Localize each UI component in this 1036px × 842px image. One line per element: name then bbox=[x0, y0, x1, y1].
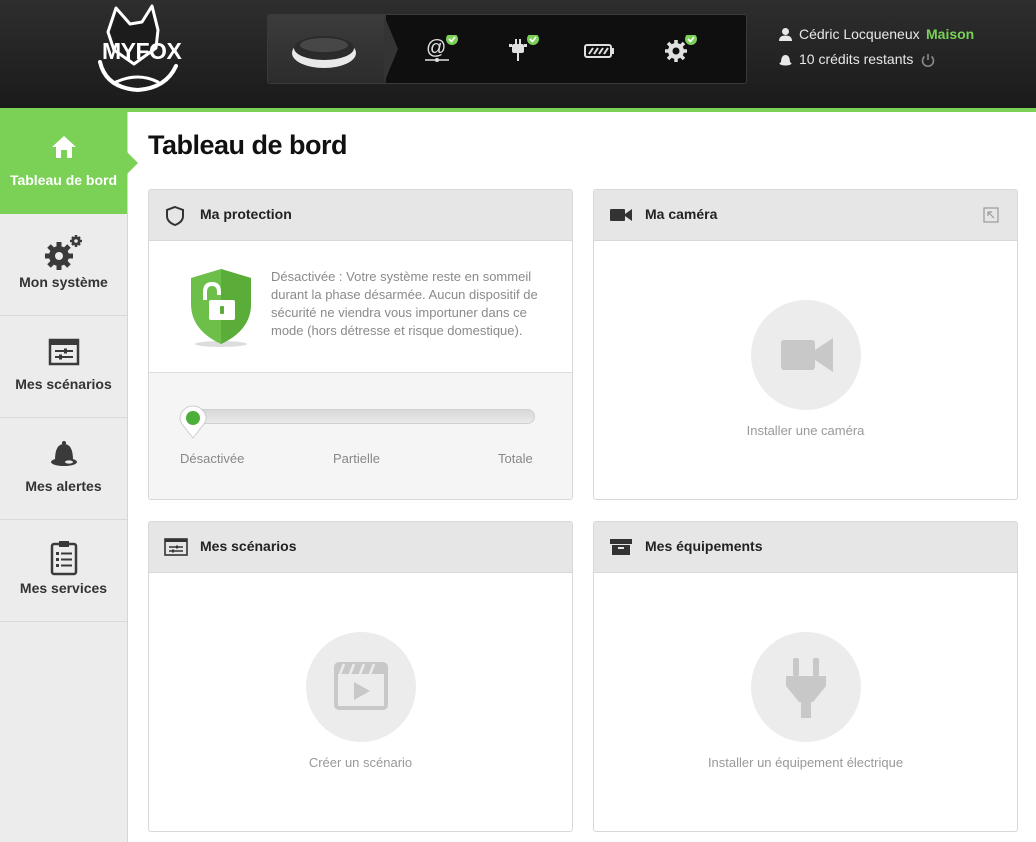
sidebar-item-label: Mes alertes bbox=[25, 478, 102, 494]
page-title: Tableau de bord bbox=[148, 130, 348, 160]
settings-icon[interactable] bbox=[662, 35, 698, 65]
header-accent-line bbox=[0, 108, 1036, 112]
sidebar-item-label: Mes services bbox=[19, 580, 108, 596]
logo-text: MYFOX bbox=[102, 38, 182, 64]
camera-card: Ma caméra Installer une caméra bbox=[593, 189, 1018, 500]
device-tab-arrow bbox=[384, 15, 398, 83]
site-name[interactable]: Maison bbox=[926, 26, 974, 42]
level-label-total[interactable]: Totale bbox=[498, 451, 533, 466]
equipment-card: Mes équipements Installer un équipement … bbox=[593, 521, 1018, 832]
protection-level-area: Désactivée Partielle Totale bbox=[149, 372, 572, 499]
svg-text:@: @ bbox=[426, 37, 446, 59]
card-title: Mes équipements bbox=[645, 538, 763, 554]
sidebar-item-label: Tableau de bord bbox=[9, 172, 118, 188]
gears-icon bbox=[0, 234, 127, 270]
equipment-placeholder[interactable] bbox=[751, 632, 861, 742]
card-title: Ma protection bbox=[200, 206, 292, 222]
scenarios-card: Mes scénarios Créer un scénario bbox=[148, 521, 573, 832]
sidebar-item-label: Mes scénarios bbox=[15, 376, 112, 392]
battery-icon[interactable] bbox=[583, 35, 619, 65]
user-icon bbox=[779, 27, 792, 41]
top-header: MYFOX @ Cédric Locqueneux Maison 10 créd… bbox=[0, 0, 1036, 110]
scenario-placeholder[interactable] bbox=[306, 632, 416, 742]
home-icon bbox=[0, 134, 127, 170]
user-area: Cédric Locqueneux Maison 10 crédits rest… bbox=[778, 24, 1018, 74]
power-icon[interactable] bbox=[920, 52, 936, 73]
sidebar-item-services[interactable]: Mes services bbox=[0, 520, 127, 622]
device-icon bbox=[290, 31, 358, 76]
camera-icon bbox=[781, 338, 833, 372]
card-title: Ma caméra bbox=[645, 206, 718, 222]
checklist-icon bbox=[0, 540, 127, 576]
card-title: Mes scénarios bbox=[200, 538, 297, 554]
protection-card: Ma protection Désactivée : Votre système… bbox=[148, 189, 573, 500]
protection-slider-track[interactable] bbox=[181, 409, 535, 424]
system-status-bar: @ bbox=[267, 14, 747, 84]
sidebar-item-system[interactable]: Mon système bbox=[0, 214, 127, 316]
card-header: Mes équipements bbox=[594, 522, 1017, 573]
expand-icon[interactable] bbox=[983, 207, 999, 228]
camera-placeholder[interactable] bbox=[751, 300, 861, 410]
credits-row: 10 crédits restants bbox=[778, 49, 913, 69]
shield-outline-icon bbox=[164, 205, 186, 232]
user-name[interactable]: Cédric Locqueneux bbox=[799, 26, 920, 42]
level-label-partial[interactable]: Partielle bbox=[333, 451, 380, 466]
install-camera-link[interactable]: Installer une caméra bbox=[594, 423, 1017, 438]
device-tab[interactable] bbox=[268, 15, 386, 83]
user-row: Cédric Locqueneux bbox=[778, 24, 920, 44]
sidebar: Tableau de bord Mon système Mes scénario… bbox=[0, 112, 138, 842]
sidebar-item-scenarios[interactable]: Mes scénarios bbox=[0, 316, 127, 418]
active-indicator-arrow bbox=[127, 152, 138, 174]
myfox-logo[interactable]: MYFOX bbox=[86, 2, 182, 94]
bell-icon bbox=[0, 440, 127, 476]
plug-icon bbox=[786, 658, 826, 718]
clapperboard-icon bbox=[334, 662, 388, 710]
protection-description: Désactivée : Votre système reste en somm… bbox=[271, 269, 538, 338]
scenario-small-icon bbox=[164, 538, 188, 561]
sidebar-item-label: Mon système bbox=[19, 274, 108, 290]
card-header: Ma caméra bbox=[594, 190, 1017, 241]
protection-slider-handle[interactable] bbox=[178, 404, 208, 445]
sidebar-item-alerts[interactable]: Mes alertes bbox=[0, 418, 127, 520]
shield-unlocked-icon bbox=[187, 266, 257, 353]
install-equipment-link[interactable]: Installer un équipement électrique bbox=[594, 755, 1017, 770]
bell-small-icon bbox=[779, 54, 792, 65]
power-plug-icon[interactable] bbox=[504, 35, 540, 65]
card-header: Ma protection bbox=[149, 190, 572, 241]
camera-small-icon bbox=[609, 207, 633, 228]
credits-text[interactable]: 10 crédits restants bbox=[799, 51, 913, 67]
internet-icon[interactable]: @ bbox=[423, 35, 459, 65]
scenario-icon bbox=[0, 338, 127, 374]
card-header: Mes scénarios bbox=[149, 522, 572, 573]
sidebar-item-dashboard[interactable]: Tableau de bord bbox=[0, 112, 127, 214]
box-icon bbox=[609, 538, 633, 561]
level-label-off[interactable]: Désactivée bbox=[180, 451, 244, 466]
create-scenario-link[interactable]: Créer un scénario bbox=[149, 755, 572, 770]
